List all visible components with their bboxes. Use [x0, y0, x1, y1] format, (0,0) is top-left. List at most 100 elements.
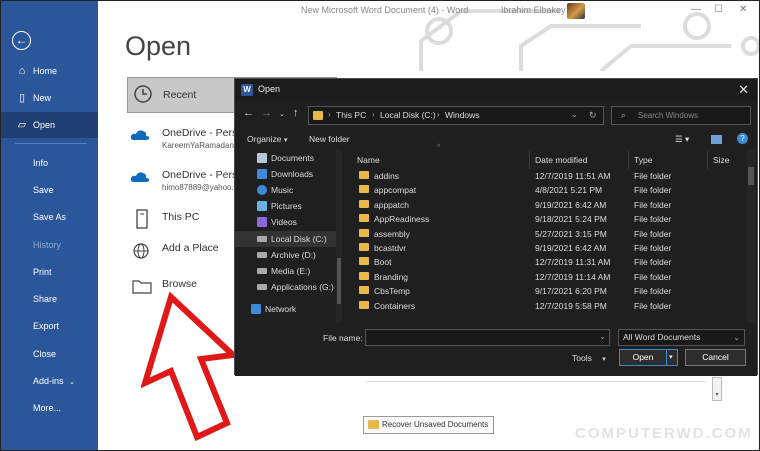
- nav-scrollbar[interactable]: [336, 150, 342, 322]
- tools-button[interactable]: Tools ▾: [572, 353, 606, 363]
- nav-item-archive[interactable]: Archive (D:): [235, 247, 337, 263]
- nav-item-applications[interactable]: Applications (G:): [235, 279, 337, 295]
- folder-open-icon: ▱: [17, 119, 27, 131]
- close-icon[interactable]: ✕: [739, 4, 747, 15]
- location-label: OneDrive - Perso: [162, 127, 244, 139]
- rail-item-print[interactable]: Print: [1, 259, 98, 285]
- chevron-down-icon[interactable]: ⌄: [599, 332, 606, 341]
- rail-item-save[interactable]: Save: [1, 177, 98, 203]
- file-type-select[interactable]: All Word Documents ⌄: [618, 329, 745, 346]
- file-name: addins: [374, 171, 400, 181]
- column-header-type[interactable]: Type: [634, 152, 652, 168]
- rail-item-more[interactable]: More...: [1, 395, 98, 421]
- chevron-down-icon: ▾: [283, 137, 288, 144]
- maximize-icon[interactable]: ☐: [714, 4, 723, 15]
- table-row[interactable]: Boot 12/7/2019 11:31 AM File folder: [345, 256, 745, 270]
- table-row[interactable]: CbsTemp 9/17/2021 6:20 PM File folder: [345, 285, 745, 299]
- minimize-icon[interactable]: —: [691, 4, 701, 15]
- computer-icon: [131, 209, 153, 231]
- nav-item-documents[interactable]: Documents: [235, 150, 337, 166]
- chevron-down-icon[interactable]: ⌄: [279, 110, 285, 118]
- up-arrow-icon[interactable]: ↑: [293, 107, 299, 119]
- chevron-right-icon: ›: [328, 110, 331, 119]
- back-arrow-icon[interactable]: ←: [243, 107, 254, 119]
- chevron-right-icon: ›: [437, 110, 440, 119]
- rail-item-home[interactable]: ⌂ Home: [1, 58, 98, 84]
- table-row[interactable]: AppReadiness 9/18/2021 5:24 PM File folder: [345, 213, 745, 227]
- table-row[interactable]: Branding 12/7/2019 11:14 AM File folder: [345, 271, 745, 285]
- nav-item-label: Applications (G:): [271, 282, 334, 292]
- rail-item-info[interactable]: Info: [1, 150, 98, 176]
- rail-item-close[interactable]: Close: [1, 341, 98, 367]
- rail-item-export[interactable]: Export: [1, 313, 98, 339]
- nav-item-label: Videos: [271, 217, 297, 227]
- scroll-thumb[interactable]: [748, 167, 754, 185]
- table-row[interactable]: bcastdvr 9/19/2021 6:42 AM File folder: [345, 242, 745, 256]
- chevron-down-icon: ⌄: [733, 333, 740, 342]
- open-button[interactable]: Open ▾: [619, 349, 678, 366]
- table-row[interactable]: apppatch 9/19/2021 6:42 AM File folder: [345, 199, 745, 213]
- nav-item-music[interactable]: Music: [235, 182, 337, 198]
- rail-item-add-ins[interactable]: Add-ins ⌄: [1, 368, 98, 394]
- watermark: COMPUTERWD.COM: [575, 425, 753, 442]
- nav-item-videos[interactable]: Videos: [235, 214, 337, 230]
- network-icon: [251, 304, 261, 314]
- close-icon[interactable]: ✕: [738, 82, 749, 98]
- chevron-down-icon[interactable]: ⌄: [571, 110, 578, 119]
- pictures-icon: [257, 201, 267, 211]
- table-row[interactable]: Containers 12/7/2019 5:58 PM File folder: [345, 300, 745, 314]
- nav-item-pictures[interactable]: Pictures: [235, 198, 337, 214]
- column-header-name[interactable]: Name: [357, 152, 380, 168]
- file-name-input[interactable]: ⌄: [365, 329, 610, 346]
- location-label: OneDrive - Perso: [162, 169, 244, 181]
- help-icon[interactable]: ?: [737, 133, 748, 144]
- table-row[interactable]: assembly 5/27/2021 3:15 PM File folder: [345, 228, 745, 242]
- new-folder-button[interactable]: New folder: [309, 134, 350, 144]
- file-list-scrollbar[interactable]: [747, 150, 755, 322]
- nav-item-network[interactable]: Network: [235, 301, 337, 317]
- recover-unsaved-button[interactable]: Recover Unsaved Documents: [363, 416, 494, 434]
- chevron-down-icon[interactable]: ▾: [669, 350, 673, 365]
- breadcrumb-item[interactable]: Windows: [445, 110, 479, 120]
- address-bar[interactable]: › This PC › Local Disk (C:) › Windows ⌄ …: [308, 106, 604, 125]
- file-name: apppatch: [374, 199, 409, 210]
- rail-item-label: Open: [33, 120, 56, 130]
- folder-icon: [359, 199, 369, 208]
- address-row: ← → ⌄ ↑ › This PC › Local Disk (C:) › Wi…: [235, 103, 757, 127]
- table-row[interactable]: addins 12/7/2019 11:51 AM File folder: [345, 170, 745, 184]
- rail-item-open[interactable]: ▱ Open: [1, 112, 98, 138]
- documents-icon: [257, 153, 267, 163]
- scrollbar-down-icon[interactable]: ▾: [712, 377, 722, 401]
- organize-button[interactable]: Organize ▾: [247, 134, 287, 144]
- cancel-button[interactable]: Cancel: [685, 349, 746, 366]
- videos-icon: [257, 217, 267, 227]
- column-header-date[interactable]: Date modified: [535, 152, 587, 168]
- search-icon: ⌕: [621, 110, 627, 120]
- nav-item-label: Media (E:): [271, 266, 311, 276]
- nav-item-downloads[interactable]: Downloads: [235, 166, 337, 182]
- search-input[interactable]: ⌕ Search Windows: [611, 106, 751, 125]
- rail-item-save-as[interactable]: Save As: [1, 204, 98, 230]
- forward-arrow-icon[interactable]: →: [261, 107, 272, 119]
- divider: [366, 381, 706, 382]
- column-header-size[interactable]: Size: [713, 152, 730, 168]
- breadcrumb-item[interactable]: This PC: [336, 110, 366, 120]
- refresh-icon[interactable]: ↻: [589, 110, 597, 121]
- view-options-icon[interactable]: ☰ ▾: [675, 134, 689, 145]
- file-date: 12/7/2019 5:58 PM: [535, 300, 607, 311]
- rail-item-new[interactable]: ▯ New: [1, 85, 98, 111]
- table-row[interactable]: appcompat 4/8/2021 5:21 PM File folder: [345, 184, 745, 198]
- avatar[interactable]: [567, 3, 585, 19]
- back-arrow-icon[interactable]: ←: [12, 31, 31, 50]
- preview-pane-icon[interactable]: [711, 135, 722, 144]
- rail-item-label: Save: [33, 185, 54, 195]
- nav-item-media[interactable]: Media (E:): [235, 263, 337, 279]
- onedrive-cloud-icon: [130, 172, 150, 182]
- drive-icon: [257, 284, 267, 290]
- scroll-thumb[interactable]: [337, 258, 341, 304]
- rail-item-share[interactable]: Share: [1, 286, 98, 312]
- globe-plus-icon: [131, 241, 153, 263]
- breadcrumb-item[interactable]: Local Disk (C:): [380, 110, 436, 120]
- nav-item-local-disk[interactable]: Local Disk (C:): [235, 231, 337, 247]
- chevron-right-icon: ›: [372, 110, 375, 119]
